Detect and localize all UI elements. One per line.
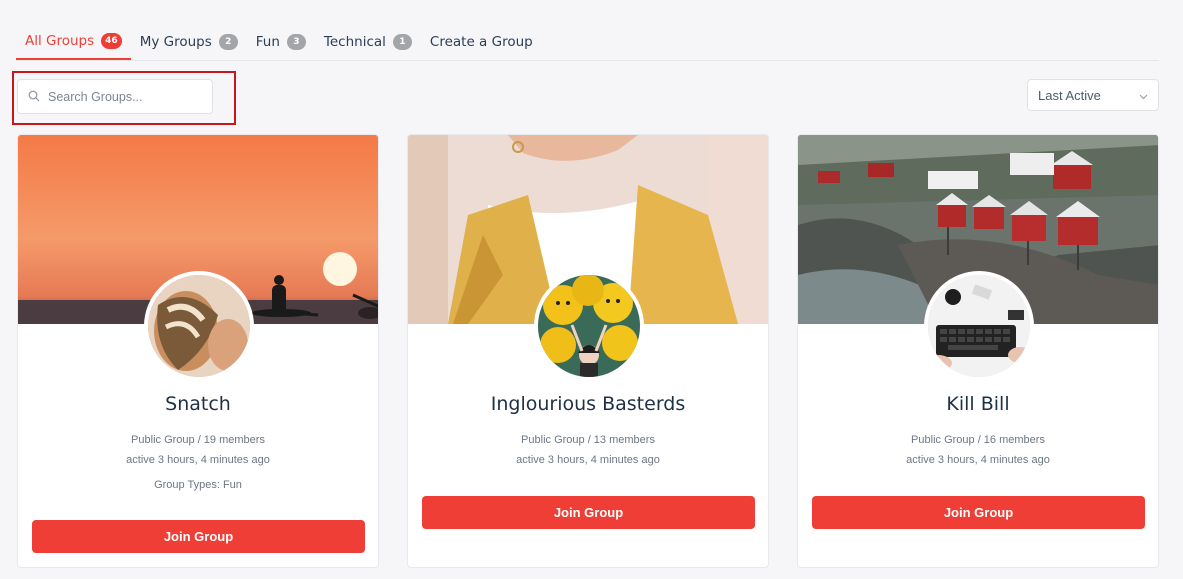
group-last-active: active 3 hours, 4 minutes ago [126, 454, 270, 466]
group-type-members: Public Group / 16 members [911, 434, 1045, 446]
tab-label: Fun [255, 34, 280, 50]
search-input[interactable] [48, 89, 198, 104]
group-card-kill-bill: Kill Bill Public Group / 16 members acti… [797, 134, 1159, 568]
join-group-button[interactable]: Join Group [812, 496, 1145, 529]
group-name[interactable]: Snatch [18, 393, 378, 415]
count-badge: 46 [101, 33, 122, 49]
group-last-active: active 3 hours, 4 minutes ago [516, 454, 660, 466]
group-filter-tabs: All Groups 46 My Groups 2 Fun 3 Technica… [16, 24, 1159, 61]
join-group-button[interactable]: Join Group [422, 496, 755, 529]
group-last-active: active 3 hours, 4 minutes ago [906, 454, 1050, 466]
tab-fun[interactable]: Fun 3 [256, 24, 306, 60]
sort-select[interactable]: Last Active [1027, 79, 1159, 111]
group-name[interactable]: Kill Bill [798, 393, 1158, 415]
group-type-members: Public Group / 19 members [131, 434, 265, 446]
search-icon [28, 87, 40, 106]
group-card-inglourious-basterds: Inglourious Basterds Public Group / 13 m… [407, 134, 769, 568]
group-avatar[interactable] [144, 271, 254, 381]
tab-technical[interactable]: Technical 1 [324, 24, 412, 60]
group-name[interactable]: Inglourious Basterds [408, 393, 768, 415]
count-badge: 3 [286, 34, 306, 50]
count-badge: 1 [392, 34, 412, 50]
group-card-snatch: Snatch Public Group / 19 members active … [17, 134, 379, 568]
count-badge: 2 [218, 34, 238, 50]
group-avatar[interactable] [534, 271, 644, 381]
group-avatar[interactable] [924, 271, 1034, 381]
chevron-down-icon [1139, 88, 1148, 103]
sort-selected-value: Last Active [1038, 87, 1101, 103]
tab-label: Technical [323, 34, 386, 50]
tab-create-group[interactable]: Create a Group [430, 24, 533, 60]
tab-my-groups[interactable]: My Groups 2 [140, 24, 238, 60]
join-group-button[interactable]: Join Group [32, 520, 365, 553]
tab-label: All Groups [25, 33, 95, 49]
group-types: Group Types: Fun [154, 479, 242, 491]
tab-label: Create a Group [429, 34, 533, 50]
group-type-members: Public Group / 13 members [521, 434, 655, 446]
tab-all-groups[interactable]: All Groups 46 [16, 24, 131, 60]
search-box [17, 79, 213, 114]
tab-label: My Groups [139, 34, 212, 50]
